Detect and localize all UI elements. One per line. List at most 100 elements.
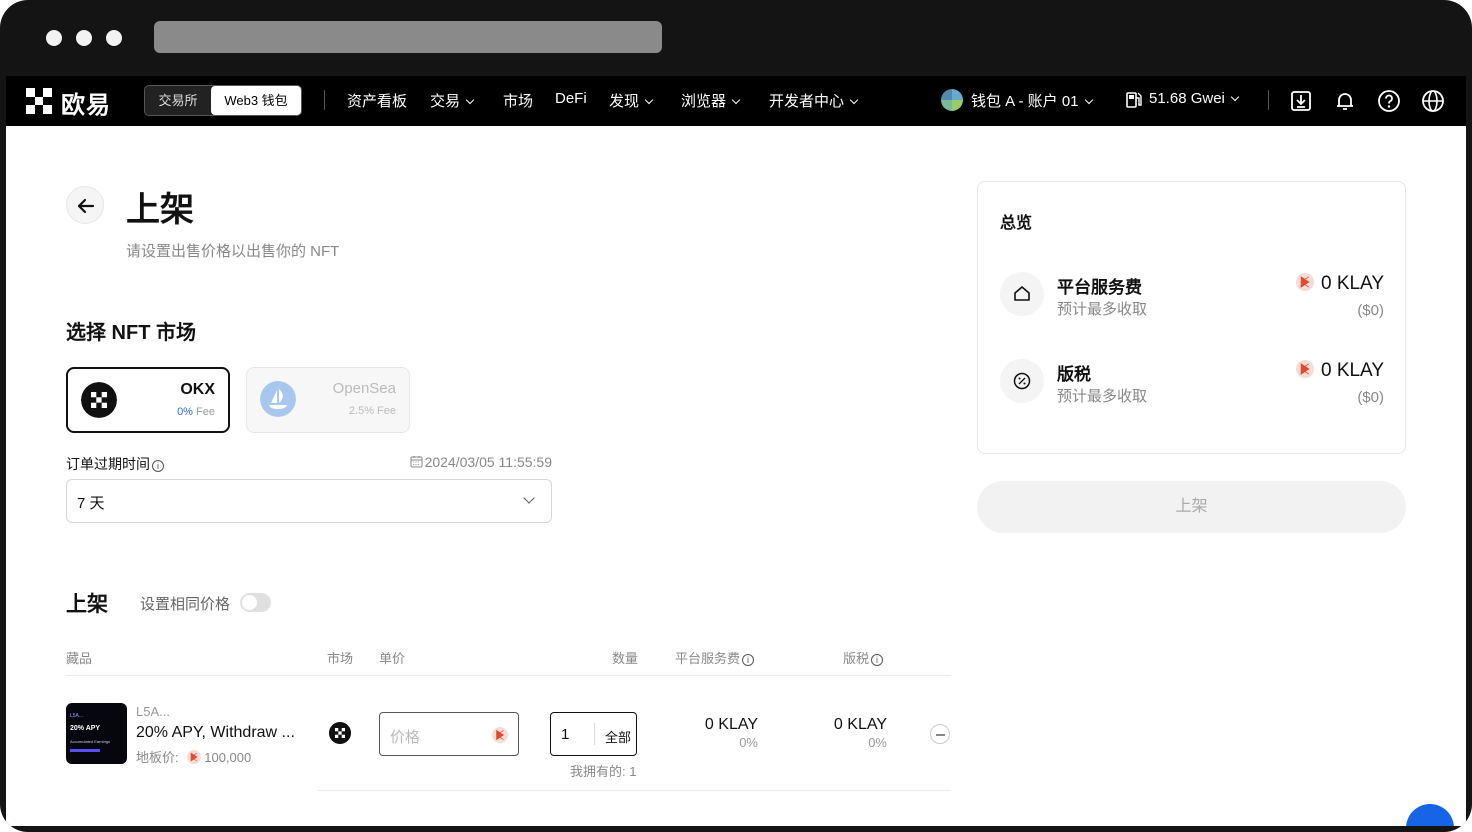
col-header-market: 市场 — [327, 651, 354, 666]
switch-web3-wallet[interactable]: Web3 钱包 — [211, 86, 301, 115]
market-fee: 0% Fee — [177, 406, 215, 418]
page-subtitle: 请设置出售价格以出售你的 NFT — [126, 243, 340, 260]
globe-icon[interactable] — [1421, 89, 1445, 113]
summary-card: 总览 平台服务费 预计最多收取 0 KLAY ($0) 版税 预计最多收取 0 … — [977, 181, 1406, 454]
remove-item-button[interactable] — [930, 724, 950, 744]
browser-window: 欧易 交易所 Web3 钱包 资产看板 交易 市场 DeFi 发现 浏览器 开发… — [0, 0, 1472, 832]
same-price-label: 设置相同价格 — [140, 596, 231, 613]
chevron-down-icon — [849, 95, 859, 105]
download-icon[interactable] — [1289, 89, 1313, 113]
expiry-select[interactable]: 7 天 — [66, 479, 552, 523]
expiry-select-value: 7 天 — [77, 495, 105, 512]
market-option-okx[interactable]: OKX 0% Fee — [66, 367, 230, 433]
summary-row-value: 0 KLAY — [1295, 273, 1384, 295]
floor-label: 地板价: — [136, 750, 179, 765]
same-price-toggle[interactable] — [240, 593, 271, 612]
info-icon[interactable]: i — [152, 460, 164, 472]
info-icon[interactable]: i — [742, 654, 755, 666]
nft-floor-price: 地板价: 100,000 — [136, 747, 251, 766]
switch-exchange[interactable]: 交易所 — [145, 86, 211, 115]
info-icon[interactable]: i — [871, 654, 884, 666]
nav-explorer-label: 浏览器 — [681, 93, 727, 110]
klay-token-icon — [1295, 360, 1314, 378]
chevron-down-icon — [465, 95, 475, 105]
market-option-opensea[interactable]: OpenSea 2.5% Fee — [246, 367, 410, 433]
thumb-bar — [70, 749, 100, 752]
account-selector[interactable]: 钱包 A - 账户 01 — [971, 90, 1093, 111]
summary-row-value-text: 0 KLAY — [1320, 273, 1384, 294]
opensea-logo-icon — [260, 381, 296, 417]
address-bar[interactable] — [154, 21, 662, 53]
nav-trade[interactable]: 交易 — [430, 90, 475, 111]
royalty-value: 0 KLAY — [833, 716, 887, 733]
nav-explorer[interactable]: 浏览器 — [681, 90, 741, 111]
list-submit-button[interactable]: 上架 — [977, 481, 1406, 533]
nav-discover-label: 发现 — [609, 93, 640, 110]
wallet-avatar[interactable] — [941, 89, 963, 111]
col-header-collection: 藏品 — [66, 651, 93, 666]
window-maximize-dot[interactable] — [106, 30, 122, 46]
col-header-quantity: 数量 — [612, 651, 639, 666]
table-divider — [66, 675, 951, 676]
row-divider — [318, 790, 951, 791]
market-name: OpenSea — [332, 380, 396, 397]
market-name: OKX — [180, 381, 215, 398]
gas-selector[interactable]: 51.68 Gwei — [1149, 90, 1240, 107]
chevron-down-icon — [1230, 92, 1240, 102]
summary-row-sub: 预计最多收取 — [1057, 388, 1148, 405]
percent-icon — [1013, 372, 1031, 390]
browser-titlebar — [0, 0, 1472, 76]
page-title: 上架 — [126, 191, 194, 229]
okx-logo-icon — [81, 382, 117, 418]
price-input[interactable]: 价格 — [379, 712, 519, 756]
top-nav: 欧易 交易所 Web3 钱包 资产看板 交易 市场 DeFi 发现 浏览器 开发… — [6, 76, 1466, 126]
thumb-text: 20% APY — [70, 725, 101, 732]
klay-token-icon — [187, 750, 202, 764]
summary-row-usd: ($0) — [1357, 302, 1384, 319]
market-fee: 2.5% Fee — [348, 405, 396, 417]
quantity-value: 1 — [561, 726, 570, 743]
chevron-down-icon — [523, 492, 535, 504]
chat-support-button[interactable] — [1406, 804, 1454, 826]
floor-value: 100,000 — [204, 750, 252, 765]
brand-name[interactable]: 欧易 — [61, 85, 111, 120]
window-close-dot[interactable] — [46, 30, 62, 46]
nav-market[interactable]: 市场 — [503, 90, 533, 111]
thumb-text: L5A... — [70, 713, 84, 719]
summary-title: 总览 — [1000, 215, 1033, 232]
royalty-percent: 0% — [868, 735, 887, 750]
chevron-down-icon — [644, 95, 654, 105]
nft-thumbnail: L5A... 20% APY Accumulated Earnings — [66, 703, 127, 764]
nav-divider — [1268, 90, 1269, 110]
nav-assets[interactable]: 资产看板 — [347, 90, 407, 111]
expiry-label-text: 订单过期时间 — [66, 456, 150, 472]
main-content: 上架 请设置出售价格以出售你的 NFT 选择 NFT 市场 OKX 0% Fee… — [6, 126, 1466, 826]
expiry-date: 2024/03/05 11:55:59 — [410, 454, 552, 470]
summary-row-value: 0 KLAY — [1295, 360, 1384, 382]
nav-defi[interactable]: DeFi — [555, 90, 587, 107]
back-button[interactable] — [66, 186, 104, 224]
nav-developer[interactable]: 开发者中心 — [769, 90, 859, 111]
quantity-all-button[interactable]: 全部 — [605, 727, 631, 746]
price-placeholder: 价格 — [390, 729, 421, 746]
home-icon — [1014, 286, 1030, 301]
help-icon[interactable] — [1377, 89, 1401, 113]
okx-logo-icon[interactable] — [26, 88, 52, 114]
platform-fee-value: 0 KLAY — [704, 716, 758, 733]
calendar-icon — [410, 456, 423, 468]
quantity-divider — [594, 723, 595, 745]
gas-pump-icon — [1126, 92, 1142, 108]
chevron-down-icon — [731, 95, 741, 105]
okx-market-icon — [329, 722, 351, 744]
nft-collection: L5A... — [136, 704, 170, 719]
chevron-down-icon — [1084, 95, 1093, 105]
royalty-icon-wrap — [1000, 359, 1044, 403]
quantity-input[interactable]: 1 全部 — [550, 712, 637, 756]
window-minimize-dot[interactable] — [76, 30, 92, 46]
nav-trade-label: 交易 — [430, 93, 461, 110]
nav-discover[interactable]: 发现 — [609, 90, 654, 111]
platform-fee-percent: 0% — [739, 735, 758, 750]
summary-row-title: 版税 — [1057, 365, 1091, 384]
platform-fee-icon-wrap — [1000, 272, 1044, 316]
bell-icon[interactable] — [1333, 89, 1357, 113]
